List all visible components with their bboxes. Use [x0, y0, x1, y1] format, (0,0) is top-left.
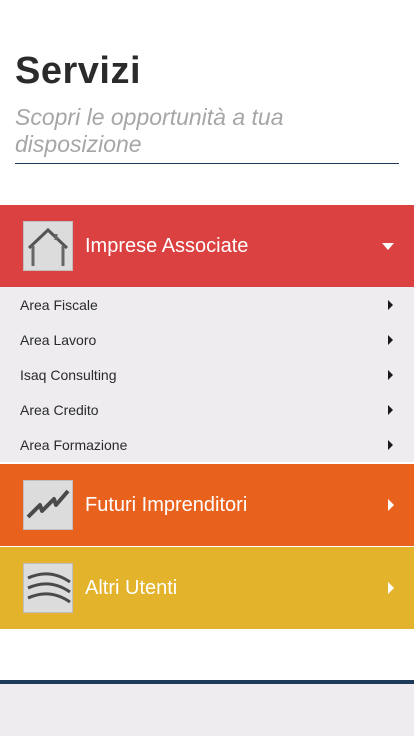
- chevron-right-icon: [388, 499, 394, 511]
- lightning-icon: [23, 480, 73, 530]
- section-label: Altri Utenti: [85, 576, 178, 599]
- submenu-item-label: Isaq Consulting: [20, 366, 117, 383]
- header-divider: [15, 163, 399, 164]
- chevron-right-icon: [388, 582, 394, 594]
- submenu-item-area-lavoro[interactable]: Area Lavoro: [0, 322, 414, 357]
- section-header-altri-utenti[interactable]: Altri Utenti: [0, 547, 414, 629]
- footer-bar: [0, 684, 414, 736]
- section-imprese-associate: Imprese Associate Area Fiscale Area Lavo…: [0, 205, 414, 462]
- chevron-down-icon: [382, 242, 394, 250]
- page-title: Servizi: [15, 50, 142, 92]
- submenu-item-area-credito[interactable]: Area Credito: [0, 392, 414, 427]
- chevron-right-icon: [388, 404, 393, 415]
- section-label: Imprese Associate: [85, 234, 249, 257]
- section-futuri-imprenditori: Futuri Imprenditori: [0, 464, 414, 546]
- wave-icon: [23, 563, 73, 613]
- submenu-item-label: Area Lavoro: [20, 331, 97, 348]
- chevron-right-icon: [388, 299, 393, 310]
- house-icon: [23, 221, 73, 271]
- section-label: Futuri Imprenditori: [85, 493, 248, 516]
- submenu-item-area-formazione[interactable]: Area Formazione: [0, 427, 414, 462]
- page-subtitle: Scopri le opportunità a tua disposizione: [15, 104, 284, 157]
- submenu-list: Area Fiscale Area Lavoro Isaq Consulting…: [0, 287, 414, 462]
- chevron-right-icon: [388, 369, 393, 380]
- submenu-item-area-fiscale[interactable]: Area Fiscale: [0, 287, 414, 322]
- submenu-item-label: Area Formazione: [20, 436, 128, 453]
- submenu-item-label: Area Credito: [20, 401, 99, 418]
- page-header: Servizi Scopri le opportunità a tua disp…: [0, 0, 414, 205]
- submenu-item-isaq-consulting[interactable]: Isaq Consulting: [0, 357, 414, 392]
- section-header-futuri-imprenditori[interactable]: Futuri Imprenditori: [0, 464, 414, 546]
- submenu-item-label: Area Fiscale: [20, 296, 98, 313]
- section-header-imprese-associate[interactable]: Imprese Associate: [0, 205, 414, 287]
- section-altri-utenti: Altri Utenti: [0, 547, 414, 629]
- chevron-right-icon: [388, 334, 393, 345]
- chevron-right-icon: [388, 439, 393, 450]
